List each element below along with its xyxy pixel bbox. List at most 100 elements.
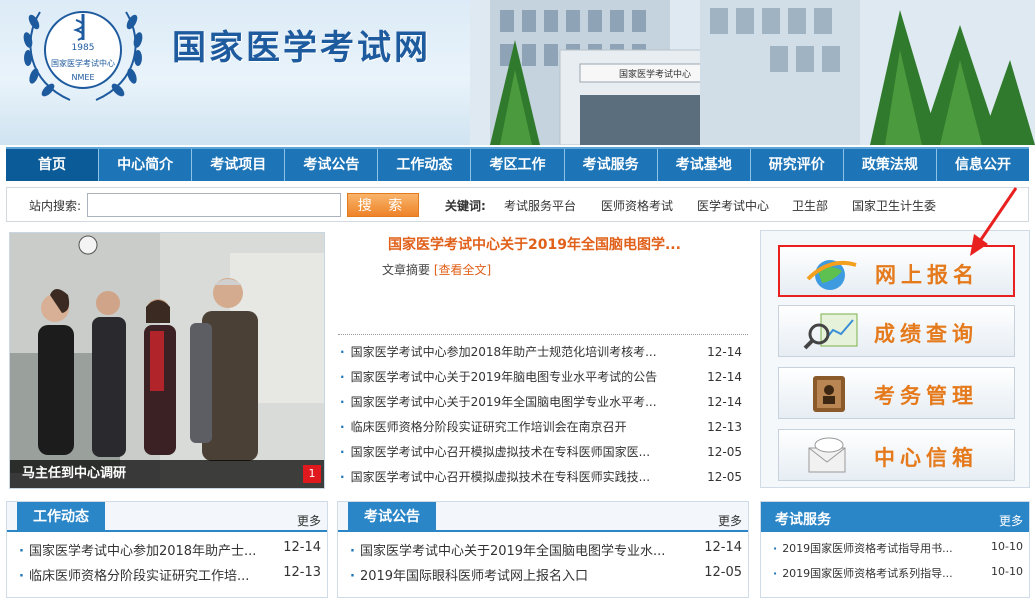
list-item[interactable]: 2019年国际眼科医师考试网上报名入口 12-05 — [350, 565, 742, 590]
score-query-button[interactable]: 成绩查询 — [778, 305, 1015, 357]
exam-notice-box: 考试公告 更多 国家医学考试中心关于2019年全国脑电图学专业水... 12-14… — [337, 501, 749, 598]
more-link[interactable]: 更多 — [999, 512, 1023, 529]
headline-title[interactable]: 国家医学考试中心关于2019年全国脑电图学... — [388, 234, 681, 254]
annotation-arrow-icon — [970, 187, 1018, 256]
nav-info-disclosure[interactable]: 信息公开 — [937, 149, 1029, 181]
more-link[interactable]: 更多 — [297, 512, 321, 529]
exam-management-button[interactable]: 考务管理 — [778, 367, 1015, 419]
item-title[interactable]: 2019年国际眼科医师考试网上报名入口 — [350, 565, 588, 590]
nav-home[interactable]: 首页 — [6, 149, 100, 181]
nav-exam-bases[interactable]: 考试基地 — [658, 149, 751, 181]
svg-text:国家医学考试中心: 国家医学考试中心 — [619, 68, 691, 80]
service-label: 考务管理 — [874, 384, 978, 408]
search-bar: 站内搜索: 搜 索 关键词: 考试服务平台 医师资格考试 医学考试中心 卫生部 … — [6, 187, 1029, 222]
box-title[interactable]: 工作动态 — [17, 502, 105, 532]
nav-exams[interactable]: 考试项目 — [192, 149, 286, 181]
news-title[interactable]: 国家医学考试中心关于2019年脑电图专业水平考试的公告 — [340, 369, 658, 394]
header-building-image: 国家医学考试中心 — [470, 0, 1035, 145]
globe-icon — [806, 260, 857, 290]
work-news-box: 工作动态 更多 国家医学考试中心参加2018年助产士... 12-14 临床医师资… — [6, 501, 328, 598]
service-panel: 网上报名 成绩查询 考务管理 中心信箱 — [760, 230, 1030, 488]
news-date: 12-14 — [707, 395, 742, 409]
slide-index-button[interactable]: 1 — [303, 465, 321, 483]
nav-exam-areas[interactable]: 考区工作 — [471, 149, 565, 181]
item-date: 10-10 — [991, 540, 1023, 553]
box-header: 工作动态 更多 — [7, 502, 327, 532]
nav-work-news[interactable]: 工作动态 — [378, 149, 472, 181]
nav-about[interactable]: 中心简介 — [99, 149, 193, 181]
nav-exam-services[interactable]: 考试服务 — [565, 149, 658, 181]
box-title[interactable]: 考试服务 — [775, 509, 831, 529]
nmee-logo: 1985 国家医学考试中心 NMEE — [23, 11, 143, 101]
item-title[interactable]: 临床医师资格分阶段实证研究工作培... — [19, 565, 249, 590]
keywords-label: 关键词: — [445, 199, 486, 213]
exam-service-box: 考试服务 更多 2019国家医师资格考试指导用书... 10-10 2019国家医… — [760, 501, 1030, 598]
box-list: 国家医学考试中心关于2019年全国脑电图学专业水... 12-14 2019年国际… — [338, 532, 748, 590]
list-item[interactable]: 国家医学考试中心召开模拟虚拟技术在专科医师实践技... 12-05 — [340, 469, 742, 494]
box-list: 国家医学考试中心参加2018年助产士... 12-14 临床医师资格分阶段实证研究… — [7, 532, 327, 590]
list-item[interactable]: 2019国家医师资格考试系列指导... 10-10 — [773, 565, 1023, 590]
list-item[interactable]: 国家医学考试中心召开模拟虚拟技术在专科医师国家医... 12-05 — [340, 444, 742, 469]
box-header: 考试公告 更多 — [338, 502, 748, 532]
list-item[interactable]: 国家医学考试中心参加2018年助产士规范化培训考核考... 12-14 — [340, 344, 742, 369]
more-link[interactable]: 更多 — [718, 512, 742, 529]
box-header: 考试服务 更多 — [761, 502, 1029, 532]
box-title[interactable]: 考试公告 — [348, 502, 436, 532]
news-title[interactable]: 国家医学考试中心召开模拟虚拟技术在专科医师实践技... — [340, 469, 650, 494]
news-title[interactable]: 国家医学考试中心参加2018年助产士规范化培训考核考... — [340, 344, 657, 369]
list-item[interactable]: 国家医学考试中心关于2019年全国脑电图学专业水... 12-14 — [350, 540, 742, 565]
summary-label: 文章摘要 — [382, 263, 431, 277]
slide-caption: 马主任到中心调研 — [10, 460, 324, 488]
news-list: 国家医学考试中心参加2018年助产士规范化培训考核考... 12-14 国家医学考… — [340, 344, 742, 494]
item-date: 10-10 — [991, 565, 1023, 578]
news-date: 12-14 — [707, 345, 742, 359]
list-item[interactable]: 国家医学考试中心关于2019年脑电图专业水平考试的公告 12-14 — [340, 369, 742, 394]
news-date: 12-05 — [707, 470, 742, 484]
list-item[interactable]: 国家医学考试中心参加2018年助产士... 12-14 — [19, 540, 321, 565]
keyword-link[interactable]: 国家卫生计生委 — [852, 197, 936, 214]
search-input[interactable] — [87, 193, 341, 217]
item-date: 12-13 — [283, 565, 321, 580]
nav-announcements[interactable]: 考试公告 — [285, 149, 379, 181]
center-mailbox-button[interactable]: 中心信箱 — [778, 429, 1015, 481]
item-date: 12-14 — [704, 540, 742, 555]
list-item[interactable]: 国家医学考试中心关于2019年全国脑电图学专业水平考... 12-14 — [340, 394, 742, 419]
keyword-link[interactable]: 卫生部 — [792, 197, 828, 214]
svg-text:1985: 1985 — [72, 43, 95, 53]
slide-photo — [10, 233, 324, 488]
read-more-link[interactable]: [查看全文] — [434, 263, 491, 277]
divider — [338, 334, 748, 335]
photo-slideshow[interactable]: 马主任到中心调研 1 — [9, 232, 325, 489]
keyword-link[interactable]: 医学考试中心 — [697, 197, 769, 214]
svg-text:国家医学考试中心: 国家医学考试中心 — [51, 58, 115, 68]
keyword-link[interactable]: 医师资格考试 — [601, 197, 673, 214]
item-title[interactable]: 2019国家医师资格考试系列指导... — [773, 565, 952, 590]
site-header: 1985 国家医学考试中心 NMEE 国家医学考试网 国家医学考试中心 — [0, 0, 1035, 145]
nav-research[interactable]: 研究评价 — [751, 149, 844, 181]
list-item[interactable]: 临床医师资格分阶段实证研究工作培训会在南京召开 12-13 — [340, 419, 742, 444]
svg-text:NMEE: NMEE — [72, 73, 95, 82]
nav-policies[interactable]: 政策法规 — [844, 149, 937, 181]
item-title[interactable]: 国家医学考试中心关于2019年全国脑电图学专业水... — [350, 540, 665, 565]
news-title[interactable]: 国家医学考试中心召开模拟虚拟技术在专科医师国家医... — [340, 444, 650, 469]
item-title[interactable]: 2019国家医师资格考试指导用书... — [773, 540, 952, 565]
folder-book-icon — [813, 376, 845, 412]
list-item[interactable]: 临床医师资格分阶段实证研究工作培... 12-13 — [19, 565, 321, 590]
service-label: 成绩查询 — [874, 322, 978, 346]
news-title[interactable]: 国家医学考试中心关于2019年全国脑电图学专业水平考... — [340, 394, 657, 419]
news-title[interactable]: 临床医师资格分阶段实证研究工作培训会在南京召开 — [340, 419, 627, 444]
search-button[interactable]: 搜 索 — [347, 193, 419, 217]
list-item[interactable]: 2019国家医师资格考试指导用书... 10-10 — [773, 540, 1023, 565]
box-list: 2019国家医师资格考试指导用书... 10-10 2019国家医师资格考试系列指… — [761, 532, 1029, 590]
item-date: 12-05 — [704, 565, 742, 580]
magnifier-chart-icon — [803, 313, 858, 350]
site-title: 国家医学考试网 — [172, 28, 431, 68]
mail-envelope-icon — [808, 437, 846, 473]
item-title[interactable]: 国家医学考试中心参加2018年助产士... — [19, 540, 256, 565]
item-date: 12-14 — [283, 540, 321, 555]
main-nav: 首页 中心简介 考试项目 考试公告 工作动态 考区工作 考试服务 考试基地 研究… — [6, 147, 1029, 181]
service-label: 中心信箱 — [874, 446, 978, 470]
keyword-link[interactable]: 考试服务平台 — [504, 197, 576, 214]
news-date: 12-13 — [707, 420, 742, 434]
news-date: 12-05 — [707, 445, 742, 459]
